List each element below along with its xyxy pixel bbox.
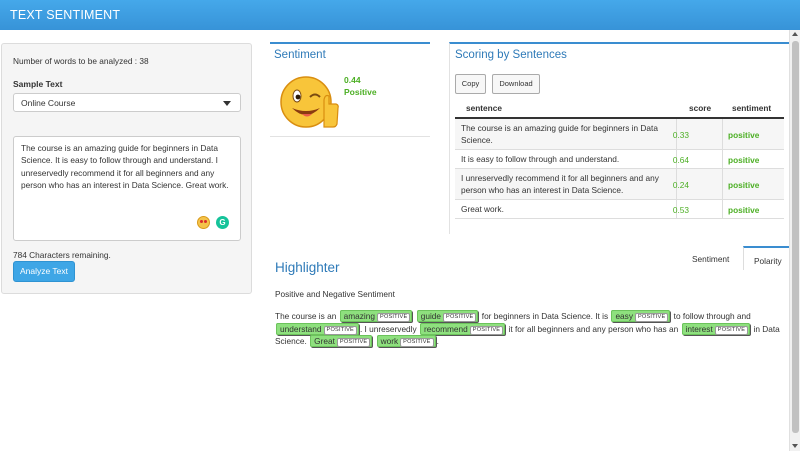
scoring-panel: Scoring by Sentences Copy Download sente… [449,42,790,234]
winking-thumbs-up-emoji-icon [280,76,339,128]
highlighted-word[interactable]: interest POSITIVE [681,322,751,335]
highlighter-subtitle: Positive and Negative Sentiment [275,289,395,299]
highlighted-word-text: amazing [343,311,376,321]
highlighted-word[interactable]: guide POSITIVE [416,310,479,322]
download-button[interactable]: Download [492,74,540,94]
polarity-tag: POSITIVE [634,313,669,322]
highlighted-word-text: guide [420,311,442,321]
table-row: It is easy to follow through and underst… [455,150,784,169]
scrollbar-thumb[interactable] [792,41,799,433]
sentiment-score: 0.44 [344,75,361,85]
plain-text: . [436,336,439,346]
highlighted-text: The course is an amazing POSITIVE guide PO… [275,310,785,348]
sentiment-panel: Sentiment 0.44 Positive [270,42,430,137]
input-panel: Number of words to be analyzed : 38 Samp… [1,43,252,294]
cell-sentiment: positive [728,130,760,140]
cell-sentence: The course is an amazing guide for begin… [461,123,658,145]
cell-score: 0.64 [672,155,689,165]
cell-sentiment: positive [728,155,760,165]
highlighted-word-text: work [380,336,399,346]
page-scrollbar[interactable] [789,30,800,451]
polarity-tag: POSITIVE [469,325,504,335]
highlighted-word[interactable]: recommend POSITIVE [419,322,506,335]
analyze-text-button[interactable]: Analyze Text [13,261,75,282]
column-header-score[interactable]: score [689,103,711,113]
cell-sentence: It is easy to follow through and underst… [461,154,620,164]
highlighter-title: Highlighter [275,260,340,275]
text-input-value: The course is an amazing guide for begin… [21,143,229,190]
highlighted-word-text: interest [685,323,713,334]
highlighted-word[interactable]: understand POSITIVE [276,322,359,335]
copy-button[interactable]: Copy [455,74,486,94]
highlighted-word-text: Great [314,336,335,346]
sample-text-select[interactable]: Online Course [13,93,241,112]
cell-score: 0.33 [672,130,689,140]
highlighted-word-text: understand [280,323,322,334]
sample-text-value: Online Course [21,98,76,108]
table-header: sentence score sentiment [455,97,784,119]
highlighted-word-text: recommend [423,323,468,334]
cell-divider [722,169,723,199]
plain-text: to follow through and [671,311,751,321]
polarity-tag: POSITIVE [400,338,434,347]
cell-score: 0.24 [672,180,689,190]
highlighter-tabs: Sentiment Polarity [680,246,790,270]
sentiment-title: Sentiment [274,49,326,61]
highlighted-word[interactable]: work POSITIVE [376,335,436,347]
cell-divider [722,200,723,218]
polarity-tag: POSITIVE [323,325,357,335]
top-bar: TEXT SENTIMENT [0,0,800,30]
column-header-sentence[interactable]: sentence [466,103,502,113]
cell-sentence: Great work. [461,204,504,214]
table-row: The course is an amazing guide for begin… [455,119,784,150]
cell-divider [722,119,723,149]
cell-sentiment: positive [728,205,760,215]
chevron-down-icon [223,101,231,106]
polarity-tag: POSITIVE [377,313,411,322]
tab-sentiment[interactable]: Sentiment [692,254,729,264]
polarity-tag: POSITIVE [443,313,477,322]
sentiment-label: Positive [344,87,377,97]
chars-remaining: 784 Characters remaining. [13,250,111,260]
scroll-down-icon[interactable] [792,444,798,448]
plain-text [373,336,375,346]
plain-text: for beginners in Data Science. It is [479,311,611,321]
polarity-tag: POSITIVE [714,325,749,335]
column-header-sentiment[interactable]: sentiment [732,103,771,113]
cell-divider [722,150,723,168]
polarity-tag: POSITIVE [336,338,371,347]
highlighted-word[interactable]: easy POSITIVE [611,310,671,322]
plain-text: The course is an [275,311,339,321]
highlighted-word[interactable]: amazing POSITIVE [339,310,413,322]
cell-sentiment: positive [728,180,760,190]
table-row: Great work. 0.53 positive [455,200,784,219]
scoring-table: sentence score sentiment The course is a… [455,97,784,219]
sample-text-label: Sample Text [13,79,63,89]
scroll-up-icon[interactable] [792,32,798,36]
plain-text: . I unreservedly [359,323,419,334]
app-title: TEXT SENTIMENT [10,8,121,22]
plain-text: it for all beginners and any person who … [506,323,681,334]
scoring-title: Scoring by Sentences [455,49,567,61]
cell-score: 0.53 [672,205,689,215]
star-struck-emoji-icon[interactable] [197,216,210,229]
grammarly-icon[interactable]: G [216,216,229,229]
text-input[interactable]: The course is an amazing guide for begin… [13,136,241,241]
plain-text [413,311,415,321]
highlighted-word[interactable]: Great POSITIVE [310,335,373,347]
table-row: I unreservedly recommend it for all begi… [455,169,784,200]
cell-sentence: I unreservedly recommend it for all begi… [461,173,659,195]
tab-polarity[interactable]: Polarity [743,246,790,270]
word-count: Number of words to be analyzed : 38 [13,56,149,66]
highlighted-word-text: easy [615,311,633,321]
